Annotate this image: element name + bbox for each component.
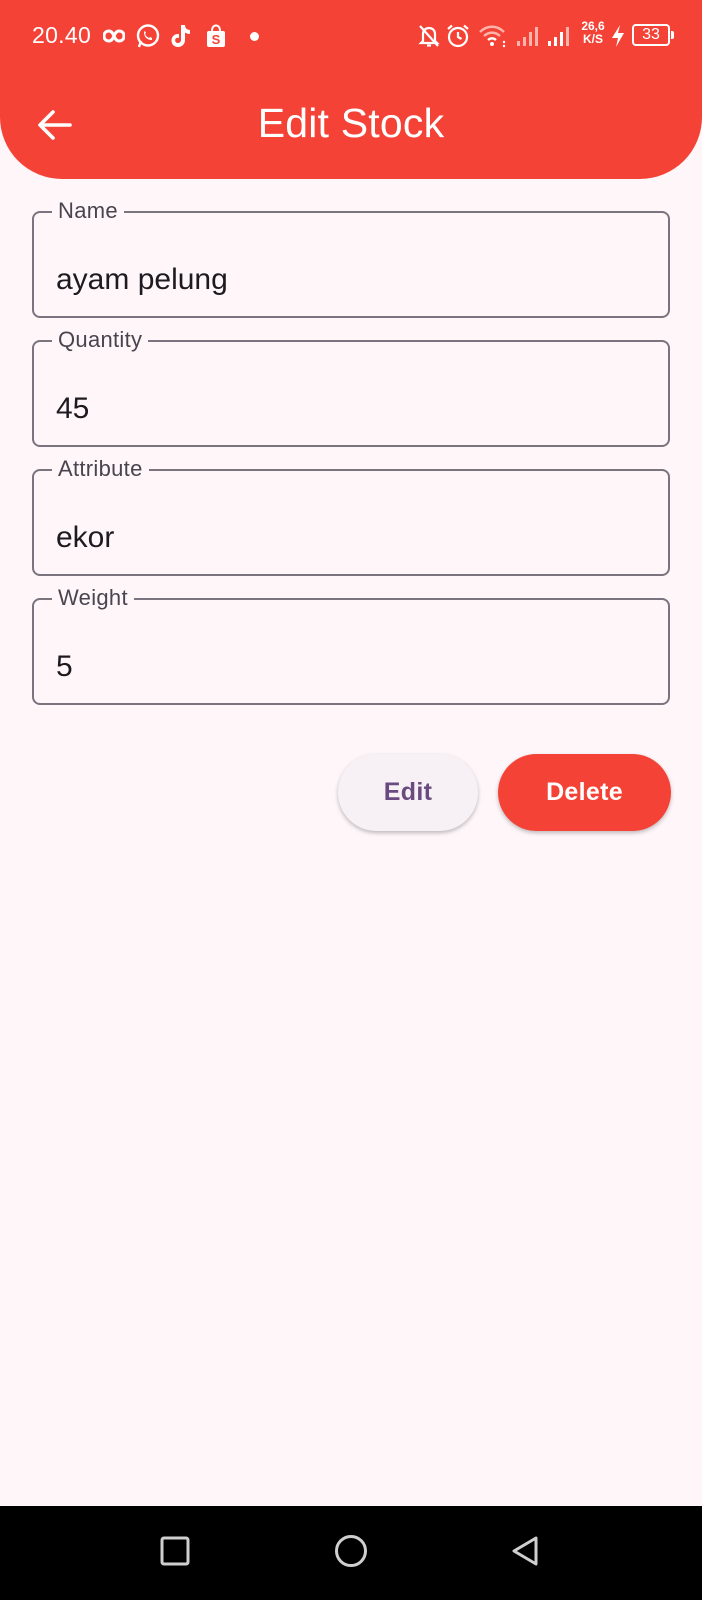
page-title: Edit Stock bbox=[257, 100, 445, 146]
quantity-field[interactable]: Quantity bbox=[32, 327, 670, 447]
whatsapp-icon bbox=[134, 22, 162, 50]
wifi-icon bbox=[478, 22, 508, 50]
infinity-icon bbox=[102, 22, 126, 50]
name-label: Name bbox=[52, 198, 124, 224]
shopee-bag-icon: S bbox=[204, 22, 228, 50]
delete-button[interactable]: Delete bbox=[498, 754, 671, 831]
network-speed-value: 26,6 bbox=[581, 19, 605, 33]
svg-text:S: S bbox=[212, 32, 221, 47]
name-field[interactable]: Name bbox=[32, 198, 670, 318]
charging-bolt-icon bbox=[609, 22, 627, 50]
home-circle-icon bbox=[334, 1534, 368, 1573]
name-input[interactable] bbox=[34, 213, 668, 316]
attribute-input[interactable] bbox=[34, 471, 668, 574]
attribute-label: Attribute bbox=[52, 456, 149, 482]
status-bar: 20.40 S 26,6 K/S 33 bbox=[0, 0, 702, 72]
notification-dot bbox=[250, 32, 259, 41]
signal-weak-icon bbox=[514, 22, 540, 50]
weight-label: Weight bbox=[52, 585, 134, 611]
network-speed: 26,6 K/S bbox=[576, 20, 610, 46]
weight-field[interactable]: Weight bbox=[32, 585, 670, 705]
tiktok-icon bbox=[169, 22, 193, 50]
app-bar: Edit Stock bbox=[0, 72, 702, 176]
recents-square-icon bbox=[160, 1536, 190, 1571]
alarm-icon bbox=[444, 22, 472, 50]
bell-off-icon bbox=[416, 22, 442, 50]
battery-icon: 33 bbox=[632, 24, 674, 46]
home-button[interactable] bbox=[324, 1526, 378, 1580]
nav-back-button[interactable] bbox=[498, 1526, 552, 1580]
signal-icon bbox=[545, 22, 571, 50]
edit-stock-screen: 20.40 S 26,6 K/S 33 Edit Stock ayam pelu… bbox=[0, 0, 702, 1600]
edit-button[interactable]: Edit bbox=[338, 754, 478, 831]
attribute-field[interactable]: Attribute bbox=[32, 456, 670, 576]
back-triangle-icon bbox=[510, 1535, 540, 1572]
quantity-label: Quantity bbox=[52, 327, 149, 353]
system-navigation-bar bbox=[0, 1506, 702, 1600]
weight-input[interactable] bbox=[34, 600, 668, 703]
recents-button[interactable] bbox=[148, 1526, 202, 1580]
quantity-input[interactable] bbox=[34, 342, 668, 445]
status-time: 20.40 bbox=[32, 22, 92, 48]
network-speed-unit: K/S bbox=[582, 32, 603, 46]
